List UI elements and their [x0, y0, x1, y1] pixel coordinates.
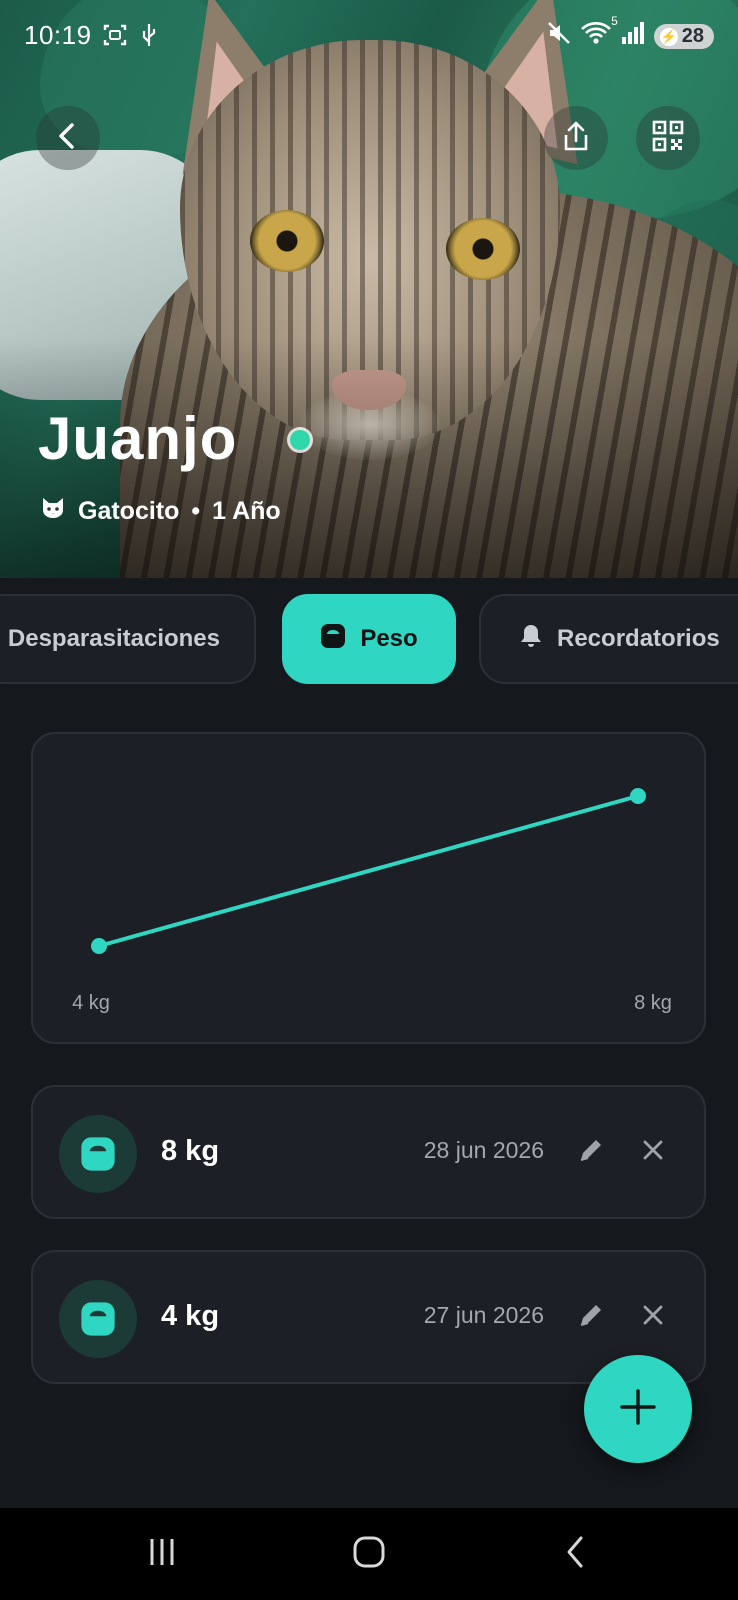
tab-recordatorios[interactable]: Recordatorios — [479, 594, 738, 684]
weight-data-point — [91, 938, 107, 954]
axis-tick-label: 8 kg — [634, 992, 672, 1014]
entry-date: 28 jun 2026 — [423, 1137, 544, 1163]
nav-back-button[interactable] — [546, 1528, 606, 1580]
weight-series-line — [97, 794, 640, 948]
add-weight-button[interactable] — [584, 1355, 692, 1463]
pet-photo — [0, 0, 738, 578]
cat-face-icon — [40, 496, 66, 527]
share-button[interactable] — [544, 106, 608, 170]
delete-button[interactable] — [636, 1135, 670, 1169]
battery-indicator: ⚡ 28 — [653, 24, 714, 49]
edit-button[interactable] — [574, 1300, 608, 1334]
tab-label: Peso — [360, 625, 418, 652]
entry-date: 27 jun 2026 — [423, 1302, 544, 1328]
close-icon — [642, 1139, 664, 1166]
qr-code-button[interactable] — [636, 106, 700, 170]
weight-data-point — [630, 788, 646, 804]
back-button[interactable] — [36, 106, 100, 170]
wifi-icon: 5 — [580, 14, 618, 53]
pet-name: Juanjo — [38, 405, 238, 472]
pet-age: 1 Año — [212, 497, 281, 525]
signal-icon — [620, 20, 646, 53]
home-icon — [352, 1535, 386, 1574]
weight-entry[interactable]: 8 kg 28 jun 2026 — [31, 1085, 706, 1219]
weight-icon — [320, 623, 346, 656]
battery-level: 28 — [681, 25, 704, 47]
recents-button[interactable] — [132, 1528, 192, 1580]
weight-entry-icon — [59, 1280, 137, 1358]
weight-entry-icon — [59, 1115, 137, 1193]
online-status-dot — [290, 430, 310, 450]
nav-back-icon — [563, 1535, 589, 1574]
weight-entry[interactable]: 4 kg 27 jun 2026 — [31, 1250, 706, 1384]
wifi-band-label: 5 — [611, 14, 618, 28]
system-nav-bar — [0, 1508, 738, 1600]
pencil-icon — [577, 1301, 605, 1334]
recents-icon — [146, 1537, 178, 1572]
home-button[interactable] — [339, 1528, 399, 1580]
meta-separator: • — [191, 497, 201, 525]
edit-button[interactable] — [574, 1135, 608, 1169]
tab-peso[interactable]: Peso — [282, 594, 456, 684]
tab-label: Desparasitaciones — [7, 625, 220, 652]
entry-weight: 4 kg — [161, 1300, 220, 1332]
pet-meta: Gatocito • 1 Año — [40, 496, 281, 527]
tab-desparasitaciones[interactable]: Desparasitaciones — [0, 594, 256, 684]
usb-icon — [140, 22, 158, 54]
pet-species: Gatocito — [78, 497, 180, 525]
plus-icon — [618, 1387, 658, 1432]
delete-button[interactable] — [636, 1300, 670, 1334]
weight-chart: 4 kg 8 kg — [72, 788, 672, 1014]
entry-weight: 8 kg — [161, 1135, 220, 1167]
close-icon — [642, 1304, 664, 1331]
share-icon — [561, 120, 591, 157]
weight-chart-card: 4 kg 8 kg — [31, 732, 706, 1044]
screenshot-icon — [102, 22, 128, 54]
status-time: 10:19 — [24, 20, 92, 50]
back-arrow-icon — [53, 121, 83, 156]
status-bar: 10:19 5 ⚡ 28 — [0, 12, 738, 58]
mute-icon — [546, 20, 572, 53]
pencil-icon — [577, 1136, 605, 1169]
tab-label: Recordatorios — [557, 625, 720, 652]
axis-tick-label: 4 kg — [72, 992, 110, 1014]
bell-icon — [519, 623, 543, 656]
charging-icon: ⚡ — [659, 27, 678, 46]
qr-code-icon — [652, 120, 684, 157]
